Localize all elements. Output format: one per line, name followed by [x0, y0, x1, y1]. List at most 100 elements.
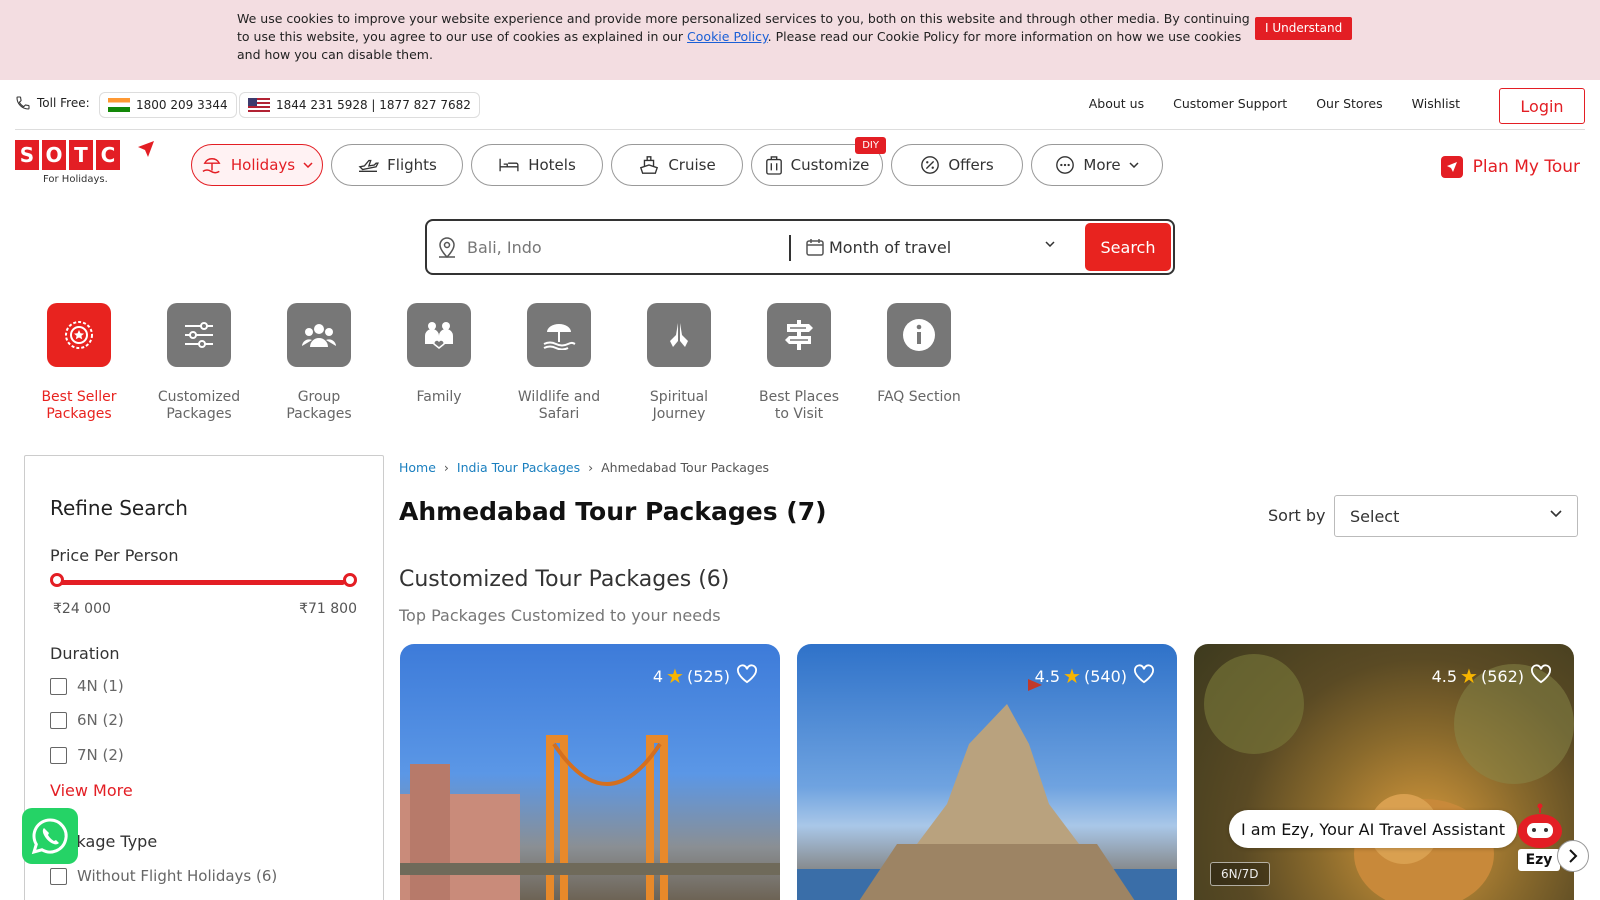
tab-label: Cruise: [668, 156, 716, 174]
option-label: Without Flight Holidays (6): [77, 867, 278, 885]
robot-icon[interactable]: [1515, 803, 1565, 849]
search-bar: Month of travel Search: [425, 219, 1175, 275]
tab-more[interactable]: More: [1031, 144, 1163, 186]
price-slider-min-handle[interactable]: [50, 573, 64, 587]
page-title: Ahmedabad Tour Packages (7): [399, 497, 827, 526]
heart-icon[interactable]: [1530, 664, 1552, 684]
section-title: Customized Tour Packages (6): [399, 567, 730, 592]
assistant-bubble[interactable]: I am Ezy, Your AI Travel Assistant: [1229, 810, 1517, 848]
theme-faq[interactable]: FAQ Section: [870, 303, 968, 423]
card-rating: 4.5 ★ (540): [1035, 664, 1127, 688]
price-slider-track: [57, 580, 345, 585]
refine-title: Refine Search: [50, 496, 188, 520]
duration-option[interactable]: 7N (2): [50, 746, 124, 764]
rating-value: 4: [652, 666, 664, 686]
tab-flights[interactable]: Flights: [331, 144, 463, 186]
whatsapp-button[interactable]: [22, 808, 78, 864]
customer-support-link[interactable]: Customer Support: [1173, 96, 1287, 111]
duration-option[interactable]: 6N (2): [50, 711, 124, 729]
option-label: 6N (2): [77, 711, 124, 729]
beach-umbrella-icon: [202, 158, 221, 174]
sort-select[interactable]: Select: [1334, 495, 1578, 537]
whatsapp-icon: [31, 818, 68, 855]
package-card[interactable]: 4 ★ (525): [400, 644, 780, 900]
tab-holidays[interactable]: Holidays: [191, 144, 323, 186]
breadcrumb-india[interactable]: India Tour Packages: [457, 460, 580, 475]
location-pin-icon: [439, 237, 455, 259]
sliders-icon: [167, 303, 231, 367]
breadcrumb-current: Ahmedabad Tour Packages: [601, 460, 770, 475]
view-more-link[interactable]: View More: [50, 781, 133, 800]
theme-label: Customized Packages: [157, 389, 241, 422]
signpost-icon: [767, 303, 831, 367]
cookie-accept-button[interactable]: I Understand: [1255, 17, 1353, 40]
india-phone-number: 1800 209 3344: [136, 98, 228, 112]
tab-customize[interactable]: Customize DIY: [751, 137, 886, 186]
sotc-logo[interactable]: S O T C For Holidays.: [15, 140, 160, 195]
checkbox[interactable]: [50, 746, 67, 764]
price-slider-max-handle[interactable]: [343, 573, 357, 587]
section-subtitle: Top Packages Customized to your needs: [399, 606, 721, 625]
logo-letter: T: [69, 140, 93, 170]
about-us-link[interactable]: About us: [1089, 96, 1144, 111]
month-label: Month of travel: [829, 237, 952, 257]
cookie-banner: We use cookies to improve your website e…: [0, 0, 1600, 80]
cookie-policy-link[interactable]: Cookie Policy: [687, 29, 768, 44]
calendar-icon: [806, 239, 824, 256]
package-card[interactable]: 4.5 ★ (540): [797, 644, 1177, 900]
destination-field: [437, 221, 767, 273]
month-of-travel-select[interactable]: Month of travel: [805, 221, 1065, 273]
theme-customized[interactable]: Customized Packages: [150, 303, 248, 423]
theme-best-places[interactable]: Best Places to Visit: [750, 303, 848, 423]
package-type-option[interactable]: Without Flight Holidays (6): [50, 867, 277, 885]
login-button[interactable]: Login: [1499, 88, 1585, 124]
plan-my-tour-button[interactable]: Plan My Tour: [1440, 156, 1580, 178]
rating-value: 4.5: [1431, 666, 1458, 686]
us-phone[interactable]: 1844 231 5928 | 1877 827 7682: [239, 92, 480, 118]
top-bar: Toll Free: 1800 209 3344 1844 231 5928 |…: [15, 88, 1585, 130]
theme-label: Best Places to Visit: [759, 389, 839, 422]
tab-hotels[interactable]: Hotels: [471, 144, 603, 186]
toll-free-label: Toll Free:: [37, 96, 90, 110]
tab-offers[interactable]: Offers: [891, 144, 1023, 186]
destination-input[interactable]: [467, 237, 767, 257]
badge-star-icon: [47, 303, 111, 367]
carousel-next-button[interactable]: [1557, 840, 1589, 872]
logo-letter: O: [42, 140, 66, 170]
duration-chip: 6N/7D: [1210, 862, 1270, 886]
option-label: 7N (2): [77, 746, 124, 764]
main-nav: Holidays Flights Hotels Cruise Customize…: [191, 137, 1163, 186]
tab-cruise[interactable]: Cruise: [611, 144, 743, 186]
breadcrumb-home[interactable]: Home: [399, 460, 436, 475]
theme-family[interactable]: Family: [390, 303, 488, 423]
card-rating: 4.5 ★ (562): [1432, 664, 1524, 688]
theme-group[interactable]: Group Packages: [270, 303, 368, 423]
india-phone[interactable]: 1800 209 3344: [99, 92, 237, 118]
family-icon: [407, 303, 471, 367]
ship-icon: [640, 156, 659, 174]
package-card[interactable]: 4.5 ★ (562) 6N/7D: [1194, 644, 1574, 900]
checkbox[interactable]: [50, 677, 67, 695]
heart-icon[interactable]: [736, 664, 758, 684]
theme-wildlife[interactable]: Wildlife and Safari: [510, 303, 608, 423]
logo-tagline: For Holidays.: [43, 174, 108, 185]
checkbox[interactable]: [50, 867, 67, 885]
theme-spiritual[interactable]: Spiritual Journey: [630, 303, 728, 423]
theme-best-seller[interactable]: Best Seller Packages: [30, 303, 128, 423]
assistant-name: Ezy: [1518, 849, 1560, 871]
our-stores-link[interactable]: Our Stores: [1316, 96, 1382, 111]
price-max: ₹71 800: [299, 601, 357, 617]
logo-letter: S: [15, 140, 39, 170]
star-icon: ★: [1063, 664, 1081, 688]
search-divider: [789, 235, 791, 261]
duration-option[interactable]: 4N (1): [50, 677, 124, 695]
wishlist-link[interactable]: Wishlist: [1412, 96, 1460, 111]
review-count: (525): [686, 666, 730, 686]
star-icon: ★: [666, 664, 684, 688]
theme-label: Family: [416, 389, 462, 405]
navigation-arrow-icon: [1440, 156, 1463, 178]
india-flag-icon: [108, 98, 130, 112]
heart-icon[interactable]: [1133, 664, 1155, 684]
checkbox[interactable]: [50, 711, 67, 729]
search-button[interactable]: Search: [1085, 223, 1171, 271]
